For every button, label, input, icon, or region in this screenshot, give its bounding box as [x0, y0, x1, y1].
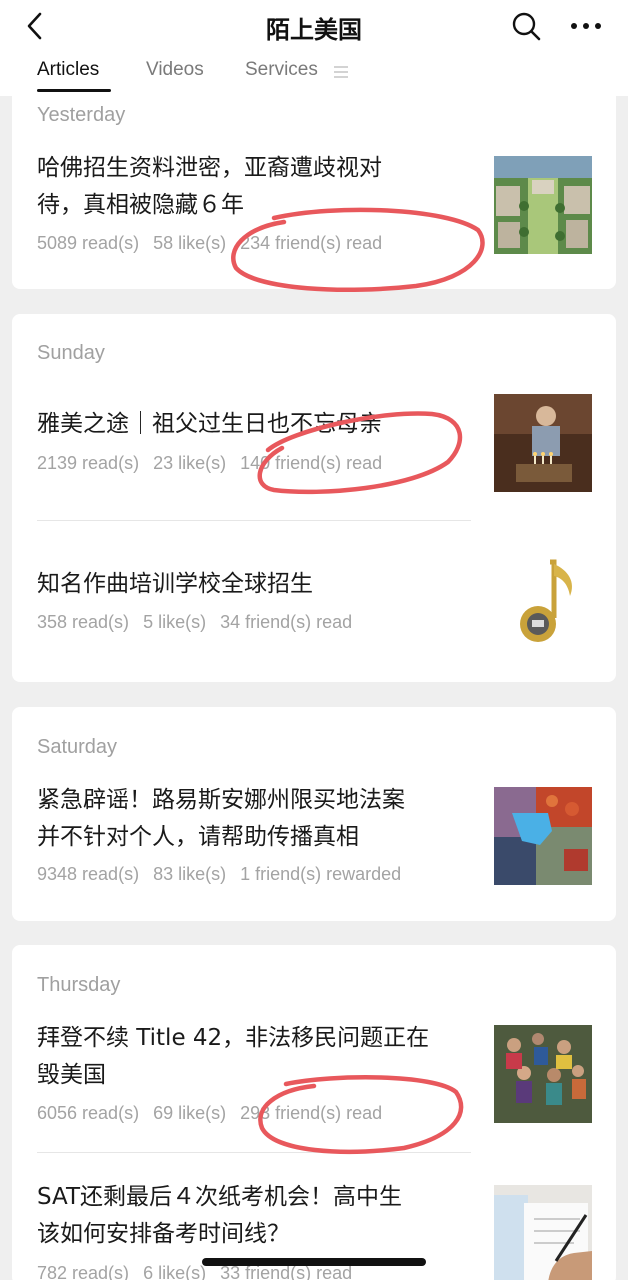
article-stats: 5089 read(s) 58 like(s) 234 friend(s) read — [37, 233, 396, 254]
read-count: 9348 read(s) — [37, 864, 140, 884]
menu-icon[interactable] — [333, 65, 349, 79]
article-title: 知名作曲培训学校全球招生 — [37, 571, 313, 597]
tab-videos[interactable]: Videos — [146, 59, 204, 81]
read-count: 5089 read(s) — [37, 233, 140, 253]
article-title: SAT还剩最后４次纸考机会！高中生 该如何安排备考时间线？ — [37, 1184, 403, 1247]
article-title: 哈佛招生资料泄密，亚裔遭歧视对 待，真相被隐藏６年 — [37, 155, 382, 218]
article-stats: 358 read(s) 5 like(s) 34 friend(s) read — [37, 612, 366, 633]
tab-services[interactable]: Services — [245, 59, 318, 81]
article-thumbnail — [494, 1185, 592, 1280]
like-count: 6 like(s) — [143, 1263, 207, 1280]
article-thumbnail — [494, 394, 592, 492]
read-count: 2139 read(s) — [37, 453, 140, 473]
article-stats: 6056 read(s) 69 like(s) 293 friend(s) read — [37, 1103, 396, 1124]
article-title: 雅美之途｜祖父过生日也不忘母亲 — [37, 411, 382, 437]
music-note-logo — [494, 552, 592, 650]
day-group-thursday: Thursday 拜登不续 Title 42，非法移民问题正在 毁美国 6056… — [12, 945, 616, 1280]
friend-read-count: 34 friend(s) read — [220, 612, 353, 632]
article-stats: 9348 read(s) 83 like(s) 1 friend(s) reward… — [37, 864, 415, 885]
like-count: 83 like(s) — [153, 864, 227, 884]
day-label: Thursday — [37, 974, 121, 996]
friend-read-count: 234 friend(s) read — [240, 233, 383, 253]
read-count: 358 read(s) — [37, 612, 130, 632]
reward-count: 1 friend(s) rewarded — [240, 864, 402, 884]
search-icon[interactable] — [508, 8, 544, 44]
article-stats: 2139 read(s) 23 like(s) 140 friend(s) read — [37, 453, 396, 474]
day-label: Yesterday — [37, 104, 126, 126]
tab-bar: Articles Videos Services — [0, 56, 628, 96]
like-count: 23 like(s) — [153, 453, 227, 473]
day-group-saturday: Saturday 紧急辟谣！路易斯安娜州限买地法案 并不针对个人，请帮助传播真相… — [12, 707, 616, 921]
like-count: 5 like(s) — [143, 612, 207, 632]
read-count: 6056 read(s) — [37, 1103, 140, 1123]
like-count: 58 like(s) — [153, 233, 227, 253]
article-thumbnail — [494, 1025, 592, 1123]
day-group-sunday: Sunday 雅美之途｜祖父过生日也不忘母亲 2139 read(s) 23 li… — [12, 314, 616, 682]
tab-articles[interactable]: Articles — [37, 59, 99, 81]
day-label: Saturday — [37, 736, 118, 758]
read-count: 782 read(s) — [37, 1263, 130, 1280]
article-thumbnail — [494, 156, 592, 254]
day-label: Sunday — [37, 342, 105, 364]
article-thumbnail — [494, 787, 592, 885]
article-title: 紧急辟谣！路易斯安娜州限买地法案 并不针对个人，请帮助传播真相 — [37, 787, 405, 850]
friend-read-count: 140 friend(s) read — [240, 453, 383, 473]
divider — [37, 1152, 471, 1153]
more-options-icon[interactable] — [566, 8, 606, 44]
friend-read-count: 293 friend(s) read — [240, 1103, 383, 1123]
active-tab-indicator — [37, 89, 111, 92]
day-group-yesterday: Yesterday 哈佛招生资料泄密，亚裔遭歧视对 待，真相被隐藏６年 5089… — [12, 74, 616, 289]
like-count: 69 like(s) — [153, 1103, 227, 1123]
divider — [37, 520, 471, 521]
article-title: 拜登不续 Title 42，非法移民问题正在 毁美国 — [37, 1025, 430, 1088]
home-indicator — [202, 1258, 426, 1266]
top-bar: 陌上美国 Articles Videos Services — [0, 0, 628, 96]
